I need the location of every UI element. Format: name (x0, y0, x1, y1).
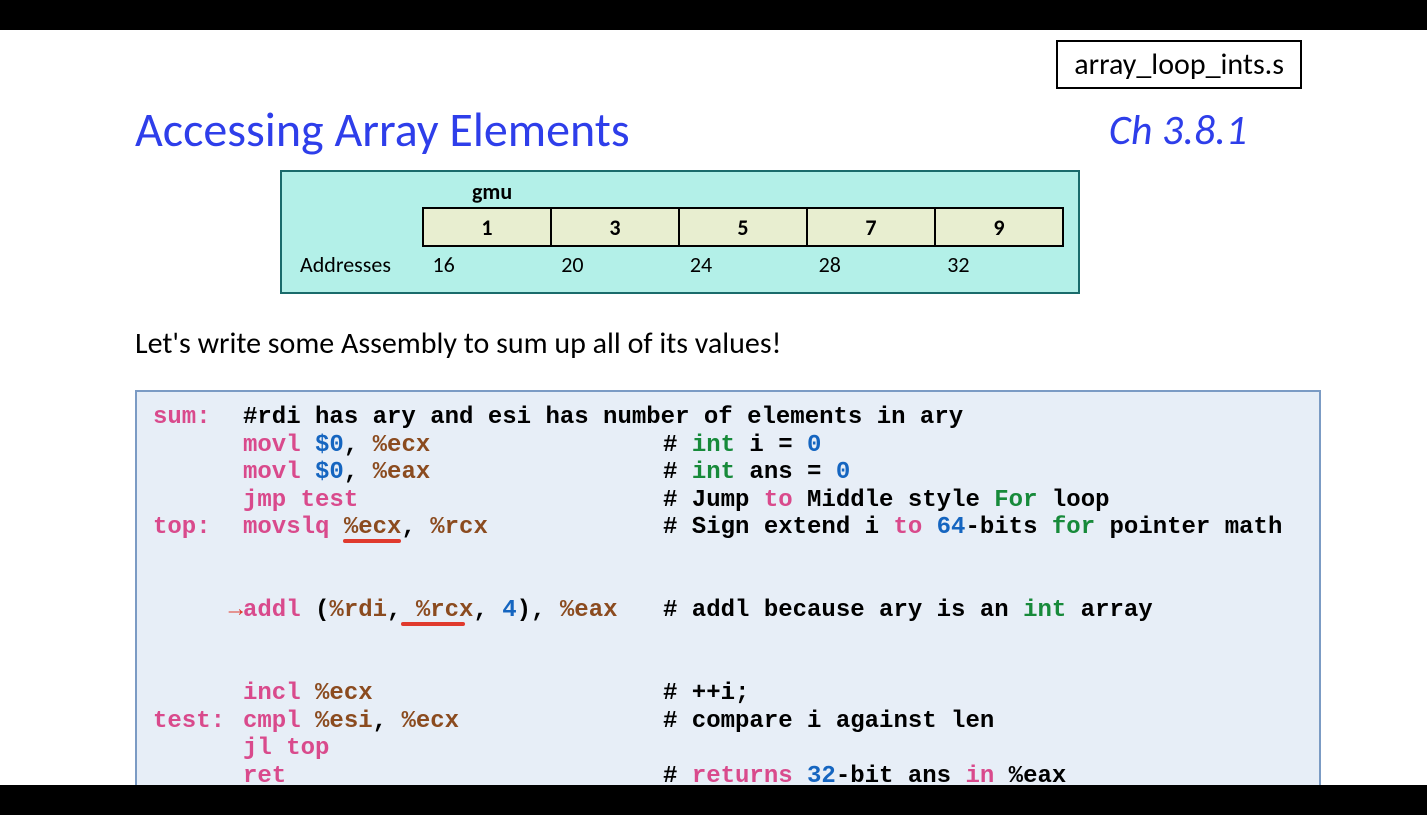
top-black-bar (0, 0, 1427, 30)
array-cell: 5 (678, 207, 808, 247)
label-top: top: (153, 514, 243, 597)
red-underline-annotation (343, 539, 401, 543)
array-cell: 9 (934, 207, 1064, 247)
address: 28 (811, 251, 940, 278)
address: 20 (553, 251, 682, 278)
op: incl (243, 680, 301, 707)
op: cmpl (243, 708, 301, 735)
array-cell: 1 (422, 207, 552, 247)
assembly-code: sum: #rdi has ary and esi has number of … (135, 390, 1321, 804)
op: jmp (243, 487, 286, 514)
subtitle: Let's write some Assembly to sum up all … (135, 325, 781, 362)
op: addl (243, 597, 301, 624)
array-cell: 7 (806, 207, 936, 247)
array-diagram: gmu 1 3 5 7 9 Addresses 16 20 24 28 32 (280, 170, 1080, 294)
addresses-label: Addresses (292, 251, 425, 278)
address: 32 (939, 251, 1068, 278)
bottom-black-bar (0, 785, 1427, 815)
op: jl (243, 735, 272, 762)
red-underline-annotation (401, 622, 465, 626)
label-test: test: (153, 708, 243, 736)
slide-title: Accessing Array Elements (135, 100, 630, 159)
array-name: gmu (472, 178, 1068, 205)
filename-box: array_loop_ints.s (1056, 40, 1302, 89)
reg: %ecx (373, 432, 431, 459)
array-cell: 3 (550, 207, 680, 247)
address: 24 (682, 251, 811, 278)
op: movl (243, 432, 301, 459)
address: 16 (425, 251, 554, 278)
chapter-ref: Ch 3.8.1 (1109, 105, 1247, 156)
op: movl (243, 459, 301, 486)
arrow-annotation: → (229, 597, 243, 624)
op: movslq (243, 514, 329, 541)
slide: array_loop_ints.s Accessing Array Elemen… (0, 30, 1427, 785)
imm: $0 (315, 432, 344, 459)
comment-header: #rdi has ary and esi has number of eleme… (243, 404, 963, 432)
label-sum: sum: (153, 404, 243, 432)
